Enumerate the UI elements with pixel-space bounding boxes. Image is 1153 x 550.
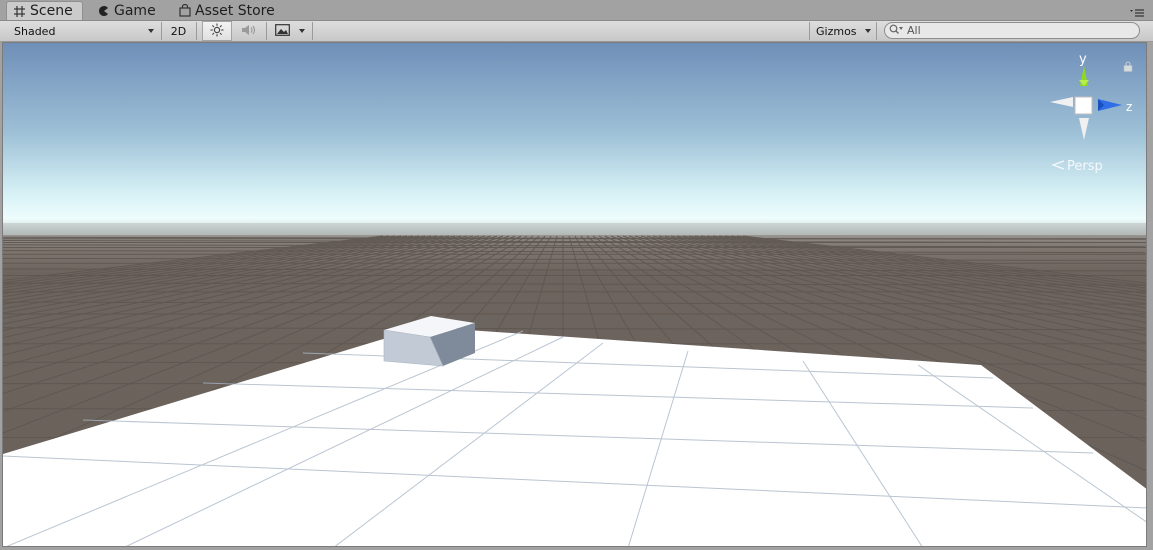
tab-asset-store[interactable]: Asset Store bbox=[173, 1, 293, 20]
scene-grid-icon bbox=[13, 5, 26, 18]
toolbar-divider bbox=[196, 22, 197, 40]
scene-audio-toggle[interactable] bbox=[234, 21, 264, 41]
scene-viewport[interactable] bbox=[2, 42, 1147, 547]
y-axis-label: y bbox=[1079, 52, 1087, 67]
toolbar-divider bbox=[161, 22, 162, 40]
search-input[interactable] bbox=[907, 24, 1127, 37]
draw-mode-dropdown[interactable]: Shaded bbox=[8, 21, 158, 41]
window-tab-bar: Scene Game Asset Store bbox=[0, 0, 1153, 21]
panel-menu-icon[interactable] bbox=[1129, 3, 1145, 17]
chevron-down-icon bbox=[865, 29, 871, 33]
scene-lighting-toggle[interactable] bbox=[202, 21, 232, 41]
tab-game-label: Game bbox=[114, 2, 156, 19]
search-icon bbox=[889, 24, 905, 38]
tab-scene-label: Scene bbox=[30, 3, 73, 19]
neg-y-axis-cone bbox=[1079, 118, 1089, 140]
scene-toolbar: Shaded 2D Gizmos bbox=[0, 21, 1153, 42]
hierarchy-search[interactable] bbox=[884, 22, 1140, 39]
x-axis-cone bbox=[1050, 97, 1073, 107]
toolbar-divider bbox=[266, 22, 267, 40]
gizmo-center-cube bbox=[1074, 96, 1093, 115]
effects-dropdown[interactable] bbox=[296, 21, 310, 41]
projection-label: Persp bbox=[1067, 159, 1103, 174]
projection-toggle[interactable]: Persp bbox=[1051, 159, 1103, 174]
sun-icon bbox=[210, 23, 224, 40]
game-pacman-icon bbox=[98, 5, 110, 17]
tab-asset-store-label: Asset Store bbox=[195, 2, 275, 19]
chevron-down-icon bbox=[148, 29, 154, 33]
chevron-left-icon bbox=[1051, 159, 1065, 174]
image-icon bbox=[274, 23, 290, 39]
toolbar-divider bbox=[312, 22, 313, 40]
gizmos-label: Gizmos bbox=[816, 24, 857, 38]
gizmos-dropdown[interactable]: Gizmos bbox=[811, 21, 875, 41]
toolbar-divider bbox=[876, 22, 877, 40]
toolbar-divider bbox=[809, 22, 810, 40]
scene-effects-toggle[interactable] bbox=[268, 21, 296, 41]
2d-mode-label: 2D bbox=[170, 24, 187, 38]
speaker-icon bbox=[241, 23, 257, 40]
scene-render bbox=[3, 43, 1146, 546]
z-axis-label: z bbox=[1126, 100, 1132, 114]
2d-mode-toggle[interactable]: 2D bbox=[165, 21, 192, 41]
tab-game[interactable]: Game bbox=[92, 1, 164, 20]
tab-scene[interactable]: Scene bbox=[6, 1, 83, 20]
asset-store-bag-icon bbox=[179, 4, 191, 17]
lock-icon[interactable] bbox=[1123, 57, 1133, 72]
chevron-down-icon bbox=[299, 29, 305, 33]
draw-mode-label: Shaded bbox=[14, 24, 56, 38]
